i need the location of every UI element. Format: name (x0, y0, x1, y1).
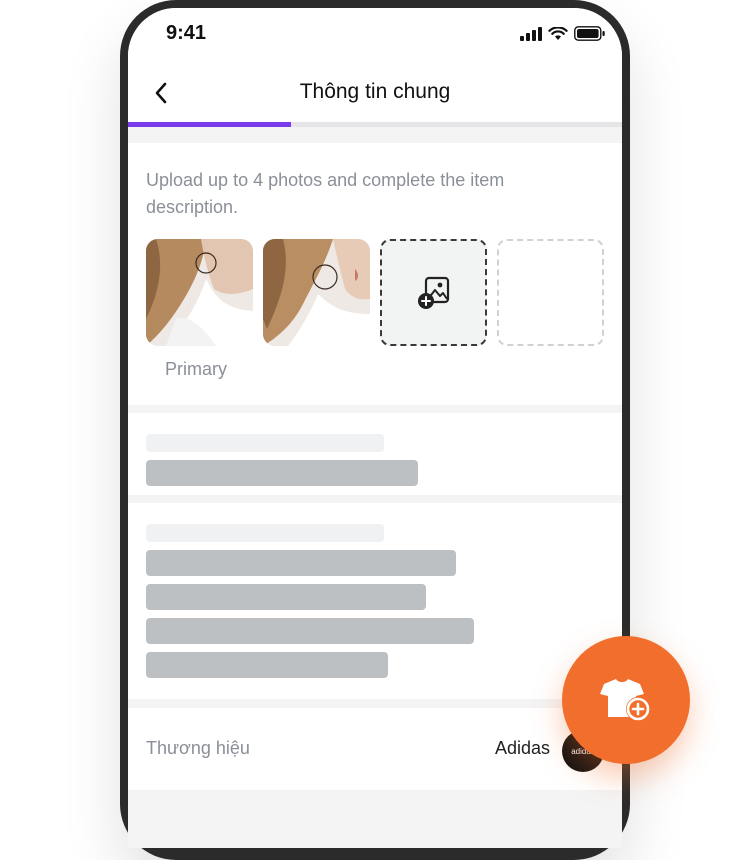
skeleton-line (146, 618, 474, 644)
app-screen: 9:41 Thông tin chung Upload up to 4 phot… (128, 8, 622, 848)
signal-icon (520, 26, 542, 41)
wifi-icon (548, 26, 568, 40)
photo-slots (146, 239, 604, 346)
page-title: Thông tin chung (299, 80, 451, 103)
status-icons (520, 26, 606, 41)
skeleton-value (146, 460, 418, 486)
battery-icon (574, 26, 605, 41)
photo-thumbnail-primary[interactable] (146, 239, 253, 346)
top-bar: Thông tin chung (128, 64, 622, 122)
brand-value: Adidas (494, 738, 550, 758)
add-photo-button[interactable] (380, 239, 487, 346)
brand-label: Thương hiệu (146, 738, 250, 758)
photos-hint: Upload up to 4 photos and complete the i… (146, 170, 505, 217)
skeleton-line (146, 550, 456, 576)
add-photo-icon (417, 276, 449, 309)
primary-photo-label: Primary (165, 359, 227, 379)
field-card-loading (128, 413, 622, 495)
photo-thumbnail-2[interactable] (263, 239, 370, 346)
description-card-loading (128, 503, 622, 699)
add-clothing-icon (600, 679, 650, 721)
skeleton-line (146, 652, 388, 678)
status-bar: 9:41 (128, 8, 622, 64)
add-item-fab[interactable] (562, 636, 690, 764)
photos-card: Upload up to 4 photos and complete the i… (128, 143, 622, 405)
progress-bar (128, 122, 622, 127)
brand-row[interactable]: Thương hiệu Adidas adidas (128, 708, 622, 790)
status-time: 9:41 (166, 22, 207, 44)
skeleton-line (146, 584, 426, 610)
progress-fill (128, 122, 292, 127)
empty-photo-slot[interactable] (497, 239, 604, 346)
skeleton-label (146, 524, 384, 542)
skeleton-label (146, 434, 384, 452)
